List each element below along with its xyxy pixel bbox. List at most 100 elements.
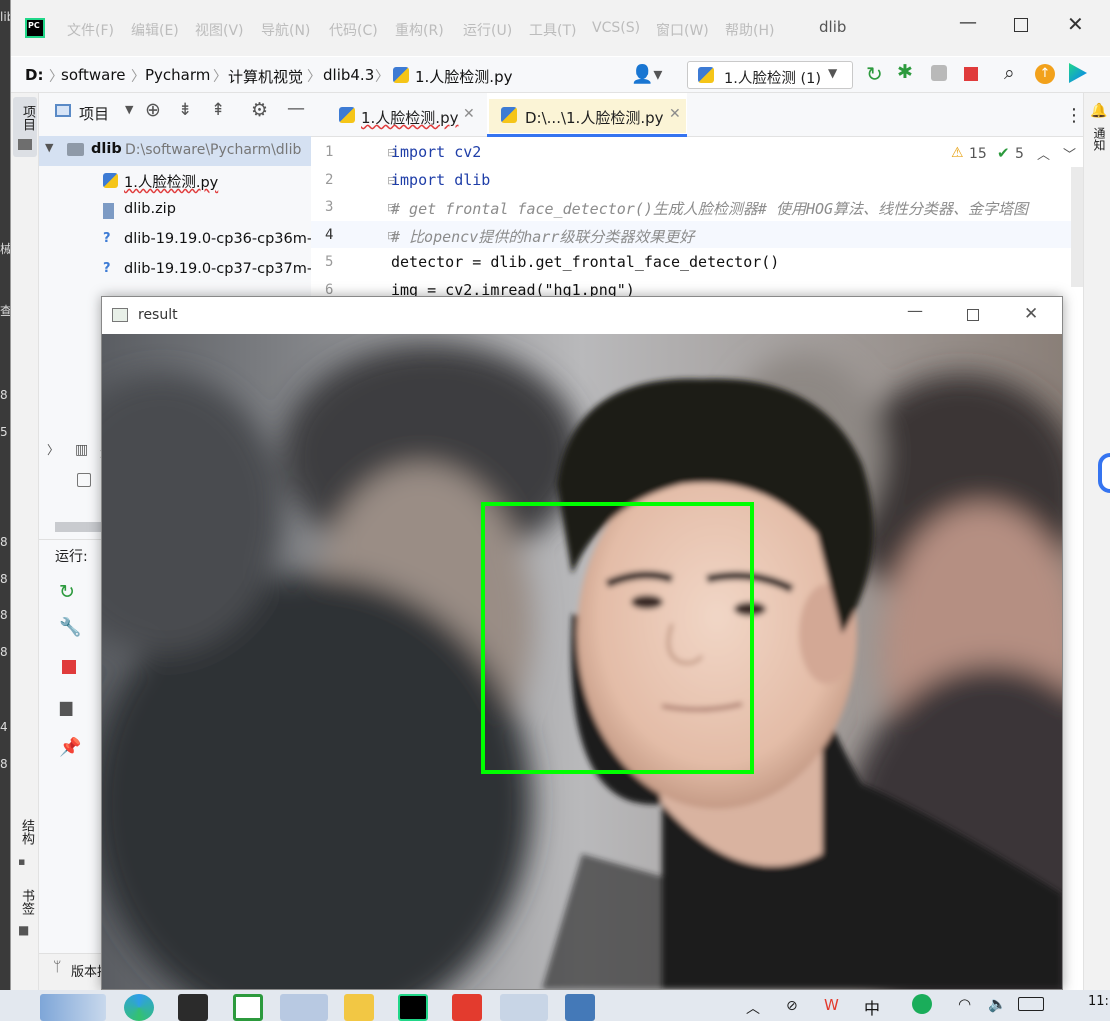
close-icon[interactable]: ✕ bbox=[463, 106, 475, 122]
minimize-icon[interactable]: — bbox=[959, 12, 977, 33]
pycharm-taskbar-icon[interactable] bbox=[398, 994, 428, 1021]
file-explorer-icon[interactable] bbox=[344, 994, 374, 1021]
menu-vcs[interactable]: VCS(S) bbox=[592, 20, 640, 36]
check-icon[interactable]: ✔ bbox=[997, 144, 1010, 162]
chevron-down-icon[interactable]: ▼ bbox=[125, 103, 133, 116]
stop-icon[interactable] bbox=[62, 660, 76, 674]
rerun-icon[interactable]: ↻ bbox=[59, 581, 75, 603]
user-icon[interactable]: 👤▾ bbox=[631, 64, 662, 85]
background-window-edge: lib 械 查 8 5 8 8 8 8 4 8 bbox=[0, 0, 10, 990]
breadcrumb-pycharm[interactable]: Pycharm bbox=[145, 66, 210, 84]
menu-tools[interactable]: 工具(T) bbox=[529, 20, 576, 40]
app-icon[interactable] bbox=[233, 994, 263, 1021]
menu-refactor[interactable]: 重构(R) bbox=[395, 20, 444, 40]
maximize-icon[interactable] bbox=[1014, 18, 1028, 32]
update-icon[interactable]: ↑ bbox=[1035, 64, 1055, 84]
collapse-all-icon[interactable]: ⇞ bbox=[211, 100, 225, 120]
tree-root[interactable]: ▼ dlib D:\software\Pycharm\dlib bbox=[39, 136, 311, 166]
library-icon: ▥ bbox=[75, 442, 89, 458]
breadcrumb-dlib[interactable]: dlib4.3 bbox=[323, 66, 374, 84]
tree-file-item[interactable]: ? dlib-19.19.0-cp36-cp36m-w bbox=[39, 226, 311, 256]
ime-indicator[interactable]: 中 bbox=[864, 995, 880, 1019]
maximize-icon[interactable] bbox=[967, 309, 979, 321]
coverage-icon[interactable] bbox=[931, 65, 947, 81]
wechat-icon[interactable] bbox=[500, 994, 548, 1021]
gear-icon[interactable]: ⚙ bbox=[251, 99, 268, 121]
bell-icon[interactable]: 🔔 bbox=[1090, 103, 1107, 119]
editor-scrollbar[interactable] bbox=[1071, 167, 1083, 287]
project-tool-tab[interactable]: 项目 bbox=[13, 97, 37, 157]
python-taskbar-icon[interactable] bbox=[565, 994, 595, 1021]
code-editor: 1.人脸检测.py ✕ D:\...\1.人脸检测.py ✕ ⋮ ⚠ 15 ✔ … bbox=[311, 93, 1110, 313]
locate-icon[interactable]: ⊕ bbox=[145, 99, 161, 121]
network-off-icon[interactable]: ⊘ bbox=[786, 998, 798, 1014]
navigation-bar: D: 〉 software 〉 Pycharm 〉 计算机视觉 〉 dlib4.… bbox=[11, 57, 1110, 93]
debug-icon[interactable]: ✱ bbox=[897, 61, 913, 83]
editor-tab-active[interactable]: D:\...\1.人脸检测.py ✕ bbox=[487, 93, 687, 137]
structure-tab[interactable]: 结构 bbox=[17, 819, 36, 845]
project-tab-label: 项目 bbox=[20, 105, 35, 131]
layout-icon[interactable]: ▆ bbox=[60, 697, 72, 716]
expand-all-icon[interactable]: ⇟ bbox=[178, 100, 192, 120]
wps-icon[interactable] bbox=[452, 994, 482, 1021]
run-configuration-select[interactable]: 1.人脸检测 (1) ▼ bbox=[687, 61, 853, 89]
menu-window[interactable]: 窗口(W) bbox=[656, 20, 709, 40]
bookmarks-tab[interactable]: 书签 bbox=[17, 889, 36, 915]
floating-assistant-icon[interactable] bbox=[1098, 453, 1110, 493]
terminal-icon[interactable] bbox=[178, 994, 208, 1021]
background-text: 5 bbox=[0, 425, 8, 439]
wps-tray-icon[interactable]: W bbox=[824, 996, 839, 1014]
line-number: 4 bbox=[325, 227, 334, 243]
clock[interactable]: 11: bbox=[1088, 994, 1109, 1009]
code-area[interactable]: ⚠ 15 ✔ 5 ︿ ﹀ 1 2 3 4 5 6 ⊟ ⊟ ⊟ ⊟ import … bbox=[311, 137, 1110, 313]
notifications-tab[interactable]: 通知 bbox=[1091, 127, 1108, 151]
project-header[interactable]: 项目 bbox=[79, 103, 109, 124]
tree-file-item[interactable]: dlib.zip bbox=[39, 196, 311, 226]
battery-icon[interactable] bbox=[1018, 997, 1044, 1011]
close-icon[interactable]: ✕ bbox=[1024, 304, 1038, 324]
chevron-up-icon[interactable]: ︿ bbox=[746, 998, 760, 1018]
hide-panel-icon[interactable]: — bbox=[287, 98, 305, 119]
volume-icon[interactable]: 🔈 bbox=[988, 995, 1007, 1013]
widgets-icon[interactable] bbox=[40, 994, 106, 1021]
close-icon[interactable]: ✕ bbox=[669, 106, 681, 122]
detected-face-image bbox=[102, 334, 1062, 989]
breadcrumb-drive[interactable]: D: bbox=[25, 66, 43, 84]
menu-help[interactable]: 帮助(H) bbox=[725, 20, 774, 40]
right-tool-strip: 🔔 通知 bbox=[1083, 93, 1110, 990]
code-line: # 比opencv提供的harr级联分类器效果更好 bbox=[391, 228, 695, 246]
menu-code[interactable]: 代码(C) bbox=[329, 20, 378, 40]
breadcrumb-file[interactable]: 1.人脸检测.py bbox=[415, 66, 512, 87]
minimize-icon[interactable]: — bbox=[907, 301, 923, 320]
code-line: import cv2 bbox=[391, 143, 482, 161]
warning-icon[interactable]: ⚠ bbox=[951, 145, 964, 161]
project-view-icon bbox=[55, 104, 71, 117]
tree-file-item[interactable]: 1.人脸检测.py bbox=[39, 166, 311, 196]
feishu-icon[interactable] bbox=[280, 994, 328, 1021]
menu-run[interactable]: 运行(U) bbox=[463, 20, 512, 40]
tree-file-item[interactable]: ? dlib-19.19.0-cp37-cp37m-w bbox=[39, 256, 311, 286]
search-icon[interactable]: ⌕ bbox=[1004, 62, 1015, 84]
background-text: 8 bbox=[0, 608, 8, 622]
chevron-down-icon[interactable]: ﹀ bbox=[1063, 144, 1076, 163]
more-options-icon[interactable]: ⋮ bbox=[1065, 105, 1083, 126]
edge-icon[interactable] bbox=[124, 994, 154, 1021]
editor-tab[interactable]: 1.人脸检测.py ✕ bbox=[329, 93, 477, 137]
rerun-icon[interactable]: ↻ bbox=[866, 62, 883, 86]
wifi-icon[interactable]: ◠ bbox=[958, 995, 971, 1013]
breadcrumb-folder[interactable]: 计算机视觉 bbox=[228, 66, 303, 87]
stop-icon[interactable] bbox=[964, 67, 978, 81]
chevron-up-icon[interactable]: ︿ bbox=[1037, 144, 1050, 163]
menu-view[interactable]: 视图(V) bbox=[195, 20, 244, 40]
menu-file[interactable]: 文件(F) bbox=[67, 20, 114, 40]
tray-app-icon[interactable] bbox=[912, 994, 932, 1014]
breadcrumb-software[interactable]: software bbox=[61, 66, 125, 84]
menu-navigate[interactable]: 导航(N) bbox=[261, 20, 310, 40]
pin-icon[interactable]: 📌 bbox=[59, 737, 81, 758]
python-file-icon bbox=[103, 173, 118, 188]
python-file-icon bbox=[393, 67, 409, 83]
wrench-icon[interactable]: 🔧 bbox=[59, 617, 81, 638]
menu-edit[interactable]: 编辑(E) bbox=[131, 20, 179, 40]
jetbrains-toolbox-icon[interactable] bbox=[1069, 63, 1087, 83]
close-icon[interactable]: ✕ bbox=[1067, 12, 1084, 36]
